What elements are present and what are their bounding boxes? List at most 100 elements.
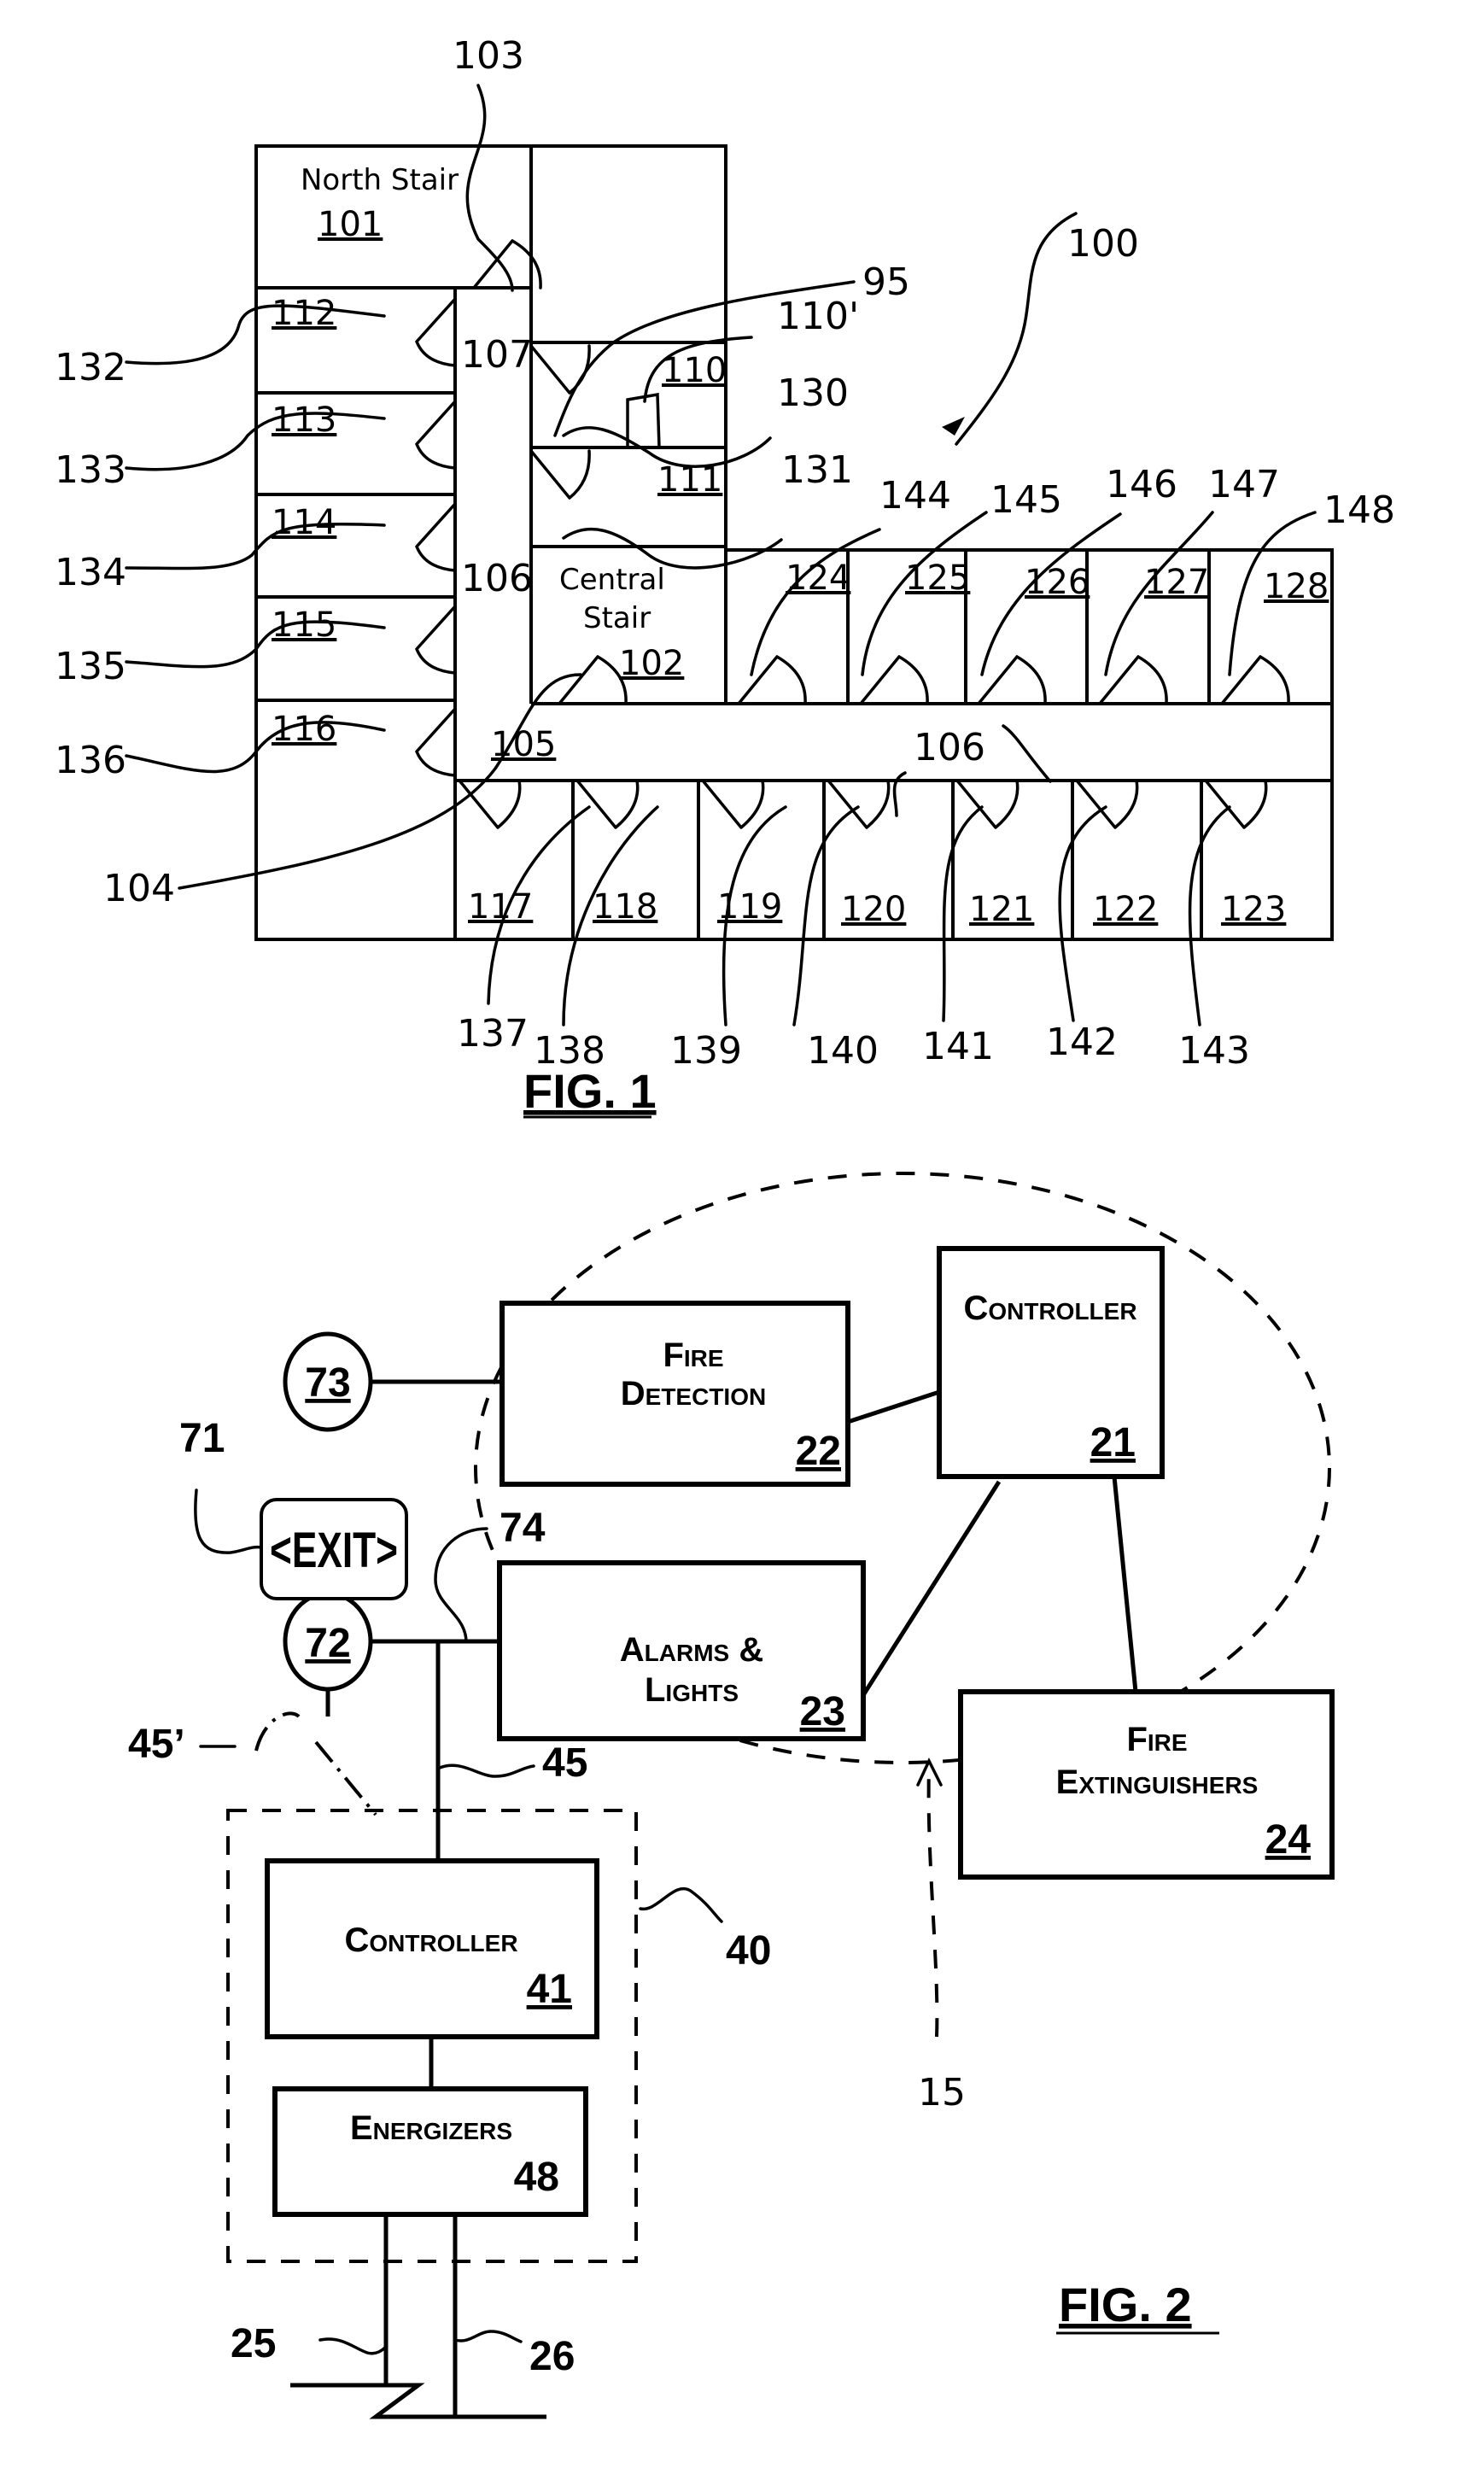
wire-21-24 [1112,1476,1138,1693]
alarms-lights-23-ref: 23 [800,1689,845,1734]
room-116-label: 116 [272,710,336,749]
ref-140: 140 [807,1029,879,1073]
fire-extinguishers-line2: Extinguishers [1056,1763,1259,1801]
leader-25 [318,2337,388,2355]
door-bottom-2 [701,779,765,829]
fig2-block-diagram: 15 Controller 21 Fire Detection 22 Alarm… [128,1172,1335,2419]
fire-detection-22-ref: 22 [796,1429,841,1474]
ground-break-symbol [290,2383,546,2419]
device-73-ref: 73 [305,1360,350,1406]
fire-extinguishers-line1: Fire [1126,1721,1187,1758]
ref-74: 74 [500,1506,546,1551]
ref-95: 95 [862,260,910,304]
ref-45-prime: 45’ [128,1722,185,1767]
door-bottom-5 [1075,779,1139,829]
ref-133: 133 [55,448,126,492]
leader-74 [434,1527,488,1643]
ref-148: 148 [1323,488,1395,532]
room-117-label: 117 [468,887,533,927]
leader-26 [453,2330,523,2343]
exit-sign-text: <EXIT> [270,1523,398,1578]
controller-21-label: Controller [963,1290,1136,1327]
ref-132: 132 [55,346,126,389]
fire-detection-line1: Fire [663,1336,723,1374]
leader-15 [926,1765,939,2038]
door-left-4 [415,707,457,777]
energizers-48-label: Energizers [350,2109,512,2147]
ref-40: 40 [726,1928,771,1974]
ref-15: 15 [918,2071,966,2114]
ref-130: 130 [777,371,849,415]
ref-136: 136 [55,739,126,782]
room-110-label: 110 [662,351,727,390]
door-104 [558,655,628,705]
fig2-caption: FIG. 2 [1059,2278,1192,2331]
door-110 [529,344,591,395]
controller-41-ref: 41 [527,1967,572,2012]
corridor-106-h-label: 106 [914,726,985,769]
room-102-label: 102 [619,644,684,683]
leader-40 [639,1887,723,1923]
corridor-105-label: 105 [491,725,556,764]
corridor-107-label: 107 [461,333,533,377]
ref-134: 134 [55,551,126,594]
ref-100: 100 [1067,222,1139,266]
ref-103: 103 [453,34,524,78]
ref-142: 142 [1046,1021,1118,1064]
room-111-label: 111 [657,460,722,500]
central-stair-label-2: Stair [583,601,651,635]
room-121-label: 121 [969,890,1034,929]
wire-22-21 [847,1389,940,1424]
door-left-1 [415,400,457,470]
central-stair-label-1: Central [559,563,665,597]
leader-45 [438,1763,535,1778]
ref-146: 146 [1106,463,1177,506]
room-124-label: 124 [786,559,850,598]
energizers-48-ref: 48 [514,2155,559,2200]
ref-110-prime: 110' [777,295,859,338]
building-outline [254,144,1334,941]
alarms-lights-line2: Lights [645,1671,739,1709]
device-110-prime [626,392,661,449]
fig1-caption: FIG. 1 [523,1064,657,1118]
room-126-label: 126 [1025,563,1090,602]
room-101-label: 101 [318,205,383,244]
door-111 [529,449,591,500]
ref-104: 104 [103,867,175,910]
door-top-3 [1098,655,1168,705]
room-112-label: 112 [272,294,336,333]
ref-139: 139 [670,1029,742,1073]
ref-26: 26 [529,2334,575,2379]
room-118-label: 118 [593,887,657,927]
device-72-ref: 72 [305,1621,350,1666]
ref-71: 71 [179,1416,225,1461]
room-122-label: 122 [1093,890,1158,929]
north-stair-label: North Stair [301,163,459,197]
ref-137: 137 [457,1012,529,1056]
room-128-label: 128 [1264,567,1329,606]
patent-drawing-sheet: North Stair 101 Central Stair 102 112 11… [55,34,1395,2419]
ref-45: 45 [542,1740,587,1786]
room-120-label: 120 [841,890,906,929]
ref-143: 143 [1178,1029,1250,1073]
arrowhead-100-icon [942,417,965,436]
ref-141: 141 [922,1025,994,1068]
leader-106-h [1002,724,1052,783]
room-114-label: 114 [272,503,336,542]
ref-135: 135 [55,645,126,688]
room-115-label: 115 [272,605,336,645]
controller-41-label: Controller [344,1921,517,1959]
door-bottom-3 [827,779,891,829]
leader-45-prime-path [254,1711,377,1816]
door-left-2 [415,502,457,572]
controller-21-ref: 21 [1090,1420,1136,1465]
fire-detection-line2: Detection [621,1375,766,1412]
ref-25: 25 [231,2321,276,2366]
leader-71 [194,1488,263,1554]
room-127-label: 127 [1144,563,1209,602]
room-125-label: 125 [905,559,970,598]
leader-100 [955,212,1078,446]
alarms-lights-line1: Alarms & [620,1631,763,1669]
room-123-label: 123 [1221,890,1286,929]
room-113-label: 113 [272,401,336,440]
